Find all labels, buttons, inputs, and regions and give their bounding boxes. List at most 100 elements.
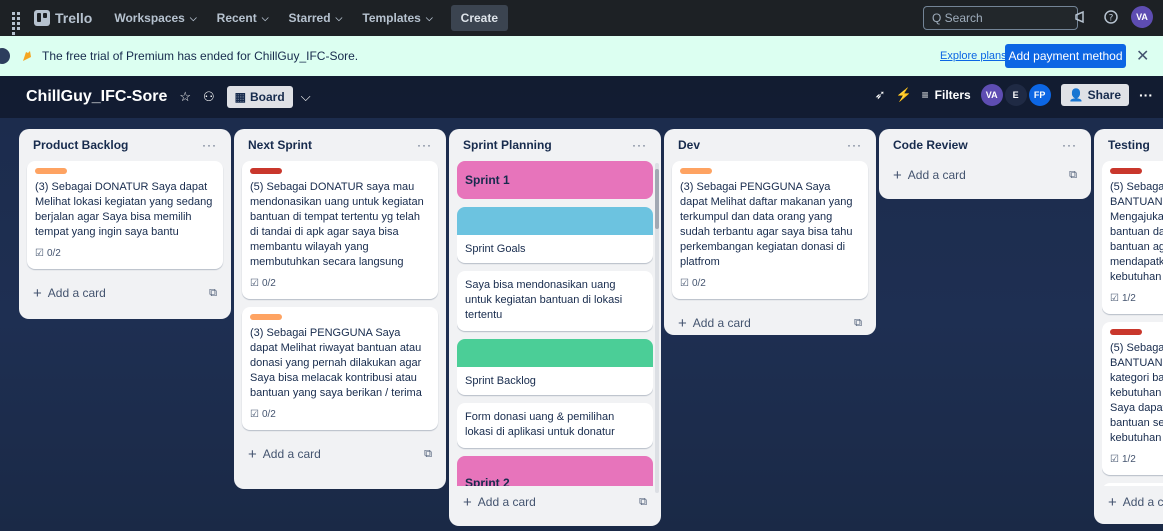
card[interactable]: (3) Sebagai PENGGUNA Saya dapat Melihat … [242,307,438,430]
checklist-count: 1/2 [1121,454,1136,465]
checklist-badge: ☑ 1/2 [1110,291,1163,306]
board-title[interactable]: ChillGuy_IFC-Sore [26,88,167,106]
card-label[interactable] [250,168,282,174]
recent-menu[interactable]: Recent ⌵ [209,5,277,31]
card-cover [457,339,653,367]
workspaces-menu[interactable]: Workspaces ⌵ [106,5,204,31]
list-title[interactable]: Sprint Planning [463,138,552,152]
add-card-button[interactable]: + Add a card ⧉ [457,486,653,518]
list-header: Code Review ··· [887,129,1083,161]
list-code-review: Code Review ··· + Add a card ⧉ [879,129,1091,199]
list-title[interactable]: Code Review [893,138,968,152]
card-title: (3) Sebagai PENGGUNA Saya dapat Melihat … [680,181,853,268]
rocket-icon[interactable]: ➶ [875,87,886,103]
templates-menu[interactable]: Templates ⌵ [354,5,440,31]
card-template-icon[interactable]: ⧉ [1069,169,1077,182]
user-avatar[interactable]: VA [1131,6,1153,28]
member-avatar[interactable]: FP [1028,84,1051,106]
search-input[interactable]: Q Search [923,6,1078,30]
card-sprint-goals[interactable]: Sprint Goals [457,207,653,263]
card-sprint-2[interactable]: Sprint 2 [457,456,653,486]
list-dev: Dev ··· (3) Sebagai PENGGUNA Saya dapat … [664,129,876,335]
card-template-icon[interactable]: ⧉ [209,287,217,300]
card-title: (5) Sebagai DONATUR saya mau mendonasika… [250,181,424,268]
checklist-icon: ☑ [35,248,44,259]
checklist-badge: ☑ 0/2 [35,246,215,261]
list-title[interactable]: Product Backlog [33,138,128,152]
list-scrollbar-thumb[interactable] [655,169,659,229]
close-icon[interactable]: ✕ [1136,46,1149,66]
card-title-line: kebutuhan [1110,387,1162,399]
card-title-line: (5) Sebaga [1110,181,1163,193]
starred-label: Starred [288,11,331,25]
add-card-button[interactable]: + Add a c [1102,486,1163,518]
add-card-button[interactable]: + Add a card ⧉ [242,438,438,470]
list-menu-icon[interactable]: ··· [417,138,432,152]
checklist-badge: ☑ 0/2 [680,276,860,291]
list-menu-icon[interactable]: ··· [847,138,862,152]
trello-logo-icon [34,10,50,26]
list-title[interactable]: Next Sprint [248,138,312,152]
share-label: Share [1087,88,1121,102]
hand-wave-icon [23,51,31,61]
card[interactable]: (3) Sebagai PENGGUNA Saya dapat Melihat … [672,161,868,299]
starred-menu[interactable]: Starred ⌵ [281,5,351,31]
card-title: (3) Sebagai PENGGUNA Saya dapat Melihat … [250,327,422,399]
checklist-icon: ☑ [680,278,689,289]
recent-label: Recent [216,11,257,25]
card[interactable]: (5) Sebagai DONATUR saya mau mendonasika… [242,161,438,299]
add-card-button[interactable]: + Add a card ⧉ [887,161,1083,189]
card-title-line: BANTUAN [1110,357,1163,369]
card-sprint-1[interactable]: Sprint 1 [457,161,653,199]
list-title[interactable]: Dev [678,138,700,152]
card-label[interactable] [250,314,282,320]
add-card-button[interactable]: + Add a card ⧉ [27,277,223,309]
chevron-down-icon[interactable]: ⌵ [301,89,311,105]
filters-button[interactable]: ≡ Filters [922,88,971,102]
plus-icon: + [678,314,687,332]
board-view-label: Board [250,90,285,104]
card[interactable]: (5) Sebaga BANTUAN Mengajuka bantuan da … [1102,161,1163,314]
list-menu-icon[interactable]: ··· [632,138,647,152]
list-cards-scroll[interactable]: (5) Sebaga BANTUAN Mengajuka bantuan da … [1102,161,1163,486]
card[interactable]: (3) Sebagai DONATUR Saya dapat Melihat l… [27,161,223,269]
card-label[interactable] [1110,329,1142,335]
card-sprint-backlog[interactable]: Sprint Backlog [457,339,653,395]
help-icon[interactable]: ? [1101,7,1121,27]
add-card-label: Add a card [262,447,321,461]
card-title-line: kebutuhan [1110,432,1162,444]
list-menu-icon[interactable]: ··· [202,138,217,152]
card[interactable]: Saya bisa mendonasikan uang untuk kegiat… [457,271,653,331]
card-template-icon[interactable]: ⧉ [639,496,647,509]
card-template-icon[interactable]: ⧉ [854,317,862,330]
list-cards-scroll[interactable]: Sprint 1 Sprint Goals Saya bisa mendonas… [457,161,653,486]
card[interactable]: Form donasi uang & pemilihan lokasi di a… [457,403,653,448]
card-title-line: kebutuhan [1110,271,1162,283]
card-label[interactable] [35,168,67,174]
member-avatar[interactable]: E [1004,84,1027,106]
app-switcher-icon[interactable] [8,8,28,35]
card-cover [457,207,653,235]
automation-icon[interactable]: ⚡ [895,87,911,103]
add-payment-method-button[interactable]: Add payment method [1005,44,1126,68]
list-header: Next Sprint ··· [242,129,438,161]
star-icon[interactable]: ☆ [179,89,191,105]
trello-logo[interactable]: Trello [34,10,92,26]
create-button[interactable]: Create [450,5,509,31]
add-card-button[interactable]: + Add a card ⧉ [672,307,868,339]
megaphone-icon[interactable] [1071,7,1091,27]
member-avatar[interactable]: VA [980,84,1003,106]
sidebar-expand-handle[interactable] [0,48,10,64]
card-label[interactable] [680,168,712,174]
list-title[interactable]: Testing [1108,138,1150,152]
card-label[interactable] [1110,168,1142,174]
board-view-button[interactable]: ▦ Board [226,86,293,108]
top-navigation: Trello Workspaces ⌵ Recent ⌵ Starred ⌵ Temp… [0,0,1163,36]
explore-plans-link[interactable]: Explore plans [940,50,1007,62]
card[interactable]: (5) Sebaga BANTUAN kategori ba kebutuhan… [1102,322,1163,475]
more-options-icon[interactable]: ··· [1139,87,1153,103]
card-template-icon[interactable]: ⧉ [424,448,432,461]
visibility-icon[interactable]: ⚇ [203,89,215,105]
list-menu-icon[interactable]: ··· [1062,138,1077,152]
share-button[interactable]: 👤 Share [1060,84,1129,106]
